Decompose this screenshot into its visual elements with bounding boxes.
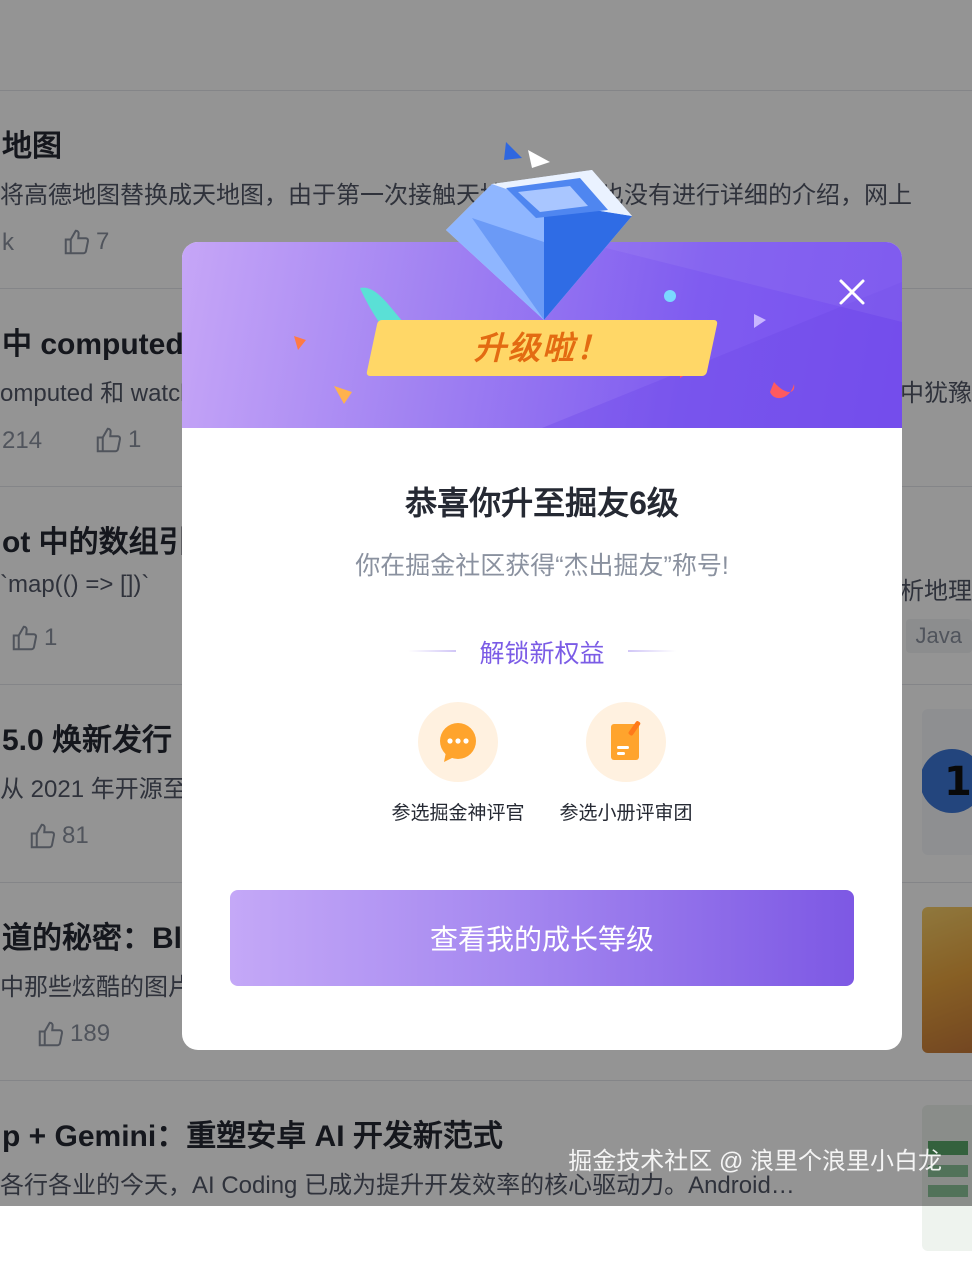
benefit-label: 参选小册评审团 <box>559 803 693 824</box>
benefit-item: 参选掘金神评官 <box>388 702 528 825</box>
close-icon <box>839 279 865 305</box>
close-button[interactable] <box>834 274 870 310</box>
dialog-subtitle: 你在掘金社区获得“杰出掘友”称号! <box>355 552 729 580</box>
benefit-item: 参选小册评审团 <box>556 702 696 825</box>
level-up-dialog: 升级啦！ 恭喜你升至掘友6级 你在掘金社区获得“杰出掘友”称号! 解锁新权益 参… <box>182 142 902 1050</box>
view-growth-level-button[interactable]: 查看我的成长等级 <box>230 890 854 986</box>
watermark: 掘金技术社区 @ 浪里个浪里小白龙 <box>568 1148 942 1175</box>
comment-icon <box>418 702 498 782</box>
section-title: 解锁新权益 <box>479 640 605 668</box>
dialog-title: 恭喜你升至掘友6级 <box>405 485 679 521</box>
booklet-review-icon <box>586 702 666 782</box>
benefit-label: 参选掘金神评官 <box>391 803 525 824</box>
crystal-trophy-icon <box>446 142 632 320</box>
benefits-list: 参选掘金神评官 参选小册评审团 <box>382 702 712 832</box>
section-divider-right <box>628 650 676 652</box>
